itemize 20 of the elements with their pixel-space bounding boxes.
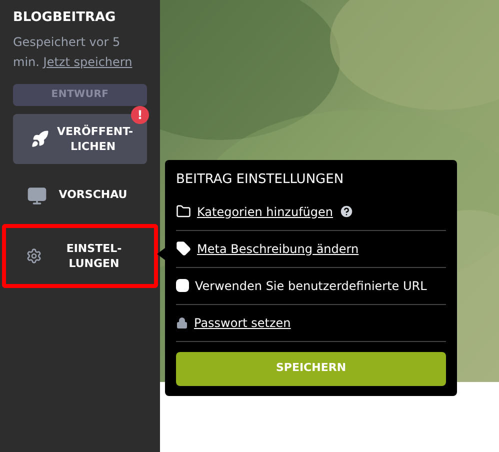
sidebar-item[interactable]: EINSTEL-LUNGEN bbox=[2, 224, 158, 288]
checkbox[interactable] bbox=[176, 279, 189, 292]
tag-icon bbox=[176, 241, 191, 256]
rocket-icon bbox=[31, 130, 49, 148]
lock-icon bbox=[176, 316, 188, 328]
alert-badge: ! bbox=[131, 106, 149, 124]
option-link[interactable]: Passwort setzen bbox=[194, 314, 291, 332]
saved-status: Gespeichert vor 5 min. Jetzt speichern bbox=[13, 34, 134, 70]
popup-title: BEITRAG EINSTELLUNGEN bbox=[176, 171, 345, 189]
save-now-link[interactable]: Jetzt speichern bbox=[43, 54, 132, 68]
option-link[interactable]: Meta Beschreibung ändern bbox=[197, 240, 359, 258]
sidebar-item[interactable]: VORSCHAU bbox=[13, 176, 147, 216]
monitor-icon bbox=[27, 186, 47, 206]
sidebar-title: BLOGBEITRAG bbox=[13, 9, 117, 27]
help-icon bbox=[339, 204, 354, 219]
option-link[interactable]: Kategorien hinzufügen bbox=[197, 202, 334, 220]
folder-icon bbox=[176, 204, 191, 219]
checkbox-label: Verwenden Sie benutzerdefinierte URL bbox=[195, 278, 427, 294]
settings-icon bbox=[26, 248, 42, 264]
status-badge: ENTWURF bbox=[13, 84, 147, 106]
